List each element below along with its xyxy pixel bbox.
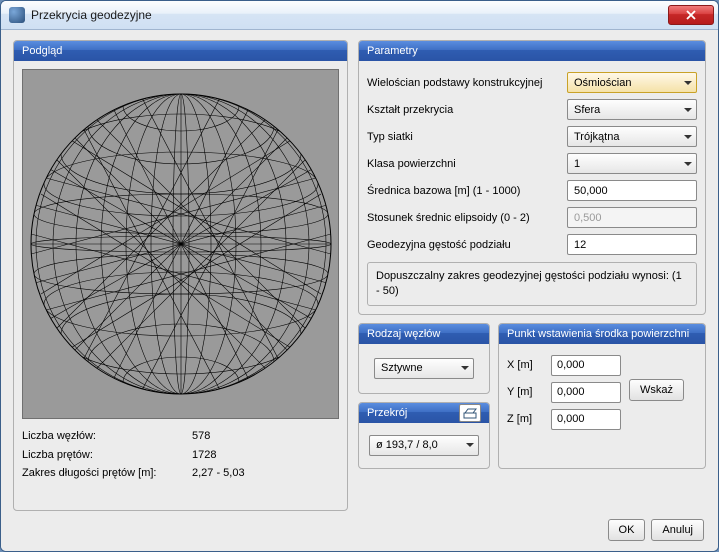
density-label: Geodezyjna gęstość podziału [367, 239, 567, 251]
cancel-button[interactable]: Anuluj [651, 519, 704, 541]
chevron-down-icon [684, 135, 692, 139]
shape-select[interactable]: Sfera [567, 99, 697, 120]
class-label: Klasa powierzchni [367, 158, 567, 170]
preview-viewport [22, 69, 339, 419]
node-type-select[interactable]: Sztywne [374, 358, 474, 379]
section-header: Przekrój [359, 403, 489, 423]
section-group: Przekrój ø 193,7 / 8,0 [358, 402, 490, 469]
dialog-window: Przekrycia geodezyjne Podgląd [0, 0, 719, 552]
chevron-down-icon [466, 443, 474, 447]
section-profile-icon [463, 407, 477, 419]
preview-stats: Liczba węzłów: 578 Liczba prętów: 1728 Z… [22, 427, 339, 483]
preview-header: Podgląd [14, 41, 347, 61]
geodesic-sphere-icon [26, 89, 336, 399]
z-label: Z [m] [507, 413, 545, 425]
diameter-input[interactable]: 50,000 [567, 180, 697, 201]
length-range-label: Zakres długości prętów [m]: [22, 464, 192, 483]
window-title: Przekrycia geodezyjne [31, 8, 668, 22]
pick-point-button[interactable]: Wskaż [629, 379, 684, 401]
mesh-select[interactable]: Trójkątna [567, 126, 697, 147]
x-input[interactable]: 0,000 [551, 355, 621, 376]
mesh-label: Typ siatki [367, 131, 567, 143]
section-select[interactable]: ø 193,7 / 8,0 [369, 435, 479, 456]
y-input[interactable]: 0,000 [551, 382, 621, 403]
nodes-count-label: Liczba węzłów: [22, 427, 192, 446]
titlebar: Przekrycia geodezyjne [1, 1, 718, 30]
shape-label: Kształt przekrycia [367, 104, 567, 116]
node-type-group: Rodzaj węzłów Sztywne [358, 323, 490, 394]
nodes-count-value: 578 [192, 427, 210, 446]
length-range-value: 2,27 - 5,03 [192, 464, 245, 483]
density-input[interactable]: 12 [567, 234, 697, 255]
bars-count-value: 1728 [192, 446, 216, 465]
app-icon [9, 7, 25, 23]
parameters-header: Parametry [359, 41, 705, 61]
diameter-label: Średnica bazowa [m] (1 - 1000) [367, 185, 567, 197]
x-label: X [m] [507, 359, 545, 371]
node-type-header: Rodzaj węzłów [359, 324, 489, 344]
ok-button[interactable]: OK [608, 519, 646, 541]
dialog-footer: OK Anuluj [13, 519, 706, 541]
ratio-input: 0,500 [567, 207, 697, 228]
preview-group: Podgląd [13, 40, 348, 511]
insertion-point-group: Punkt wstawienia środka powierzchni X [m… [498, 323, 706, 469]
class-select[interactable]: 1 [567, 153, 697, 174]
chevron-down-icon [461, 366, 469, 370]
y-label: Y [m] [507, 386, 545, 398]
client-area: Podgląd [1, 30, 718, 551]
bars-count-label: Liczba prętów: [22, 446, 192, 465]
density-range-note: Dopuszczalny zakres geodezyjnej gęstości… [367, 262, 697, 306]
chevron-down-icon [684, 162, 692, 166]
chevron-down-icon [684, 81, 692, 85]
parameters-group: Parametry Wielościan podstawy konstrukcy… [358, 40, 706, 315]
close-button[interactable] [668, 5, 714, 25]
close-icon [686, 10, 696, 20]
section-edit-button[interactable] [459, 404, 481, 422]
ratio-label: Stosunek średnic elipsoidy (0 - 2) [367, 212, 567, 224]
insertion-point-header: Punkt wstawienia środka powierzchni [499, 324, 705, 344]
z-input[interactable]: 0,000 [551, 409, 621, 430]
polyhedron-label: Wielościan podstawy konstrukcyjnej [367, 77, 567, 89]
chevron-down-icon [684, 108, 692, 112]
polyhedron-select[interactable]: Ośmiościan [567, 72, 697, 93]
